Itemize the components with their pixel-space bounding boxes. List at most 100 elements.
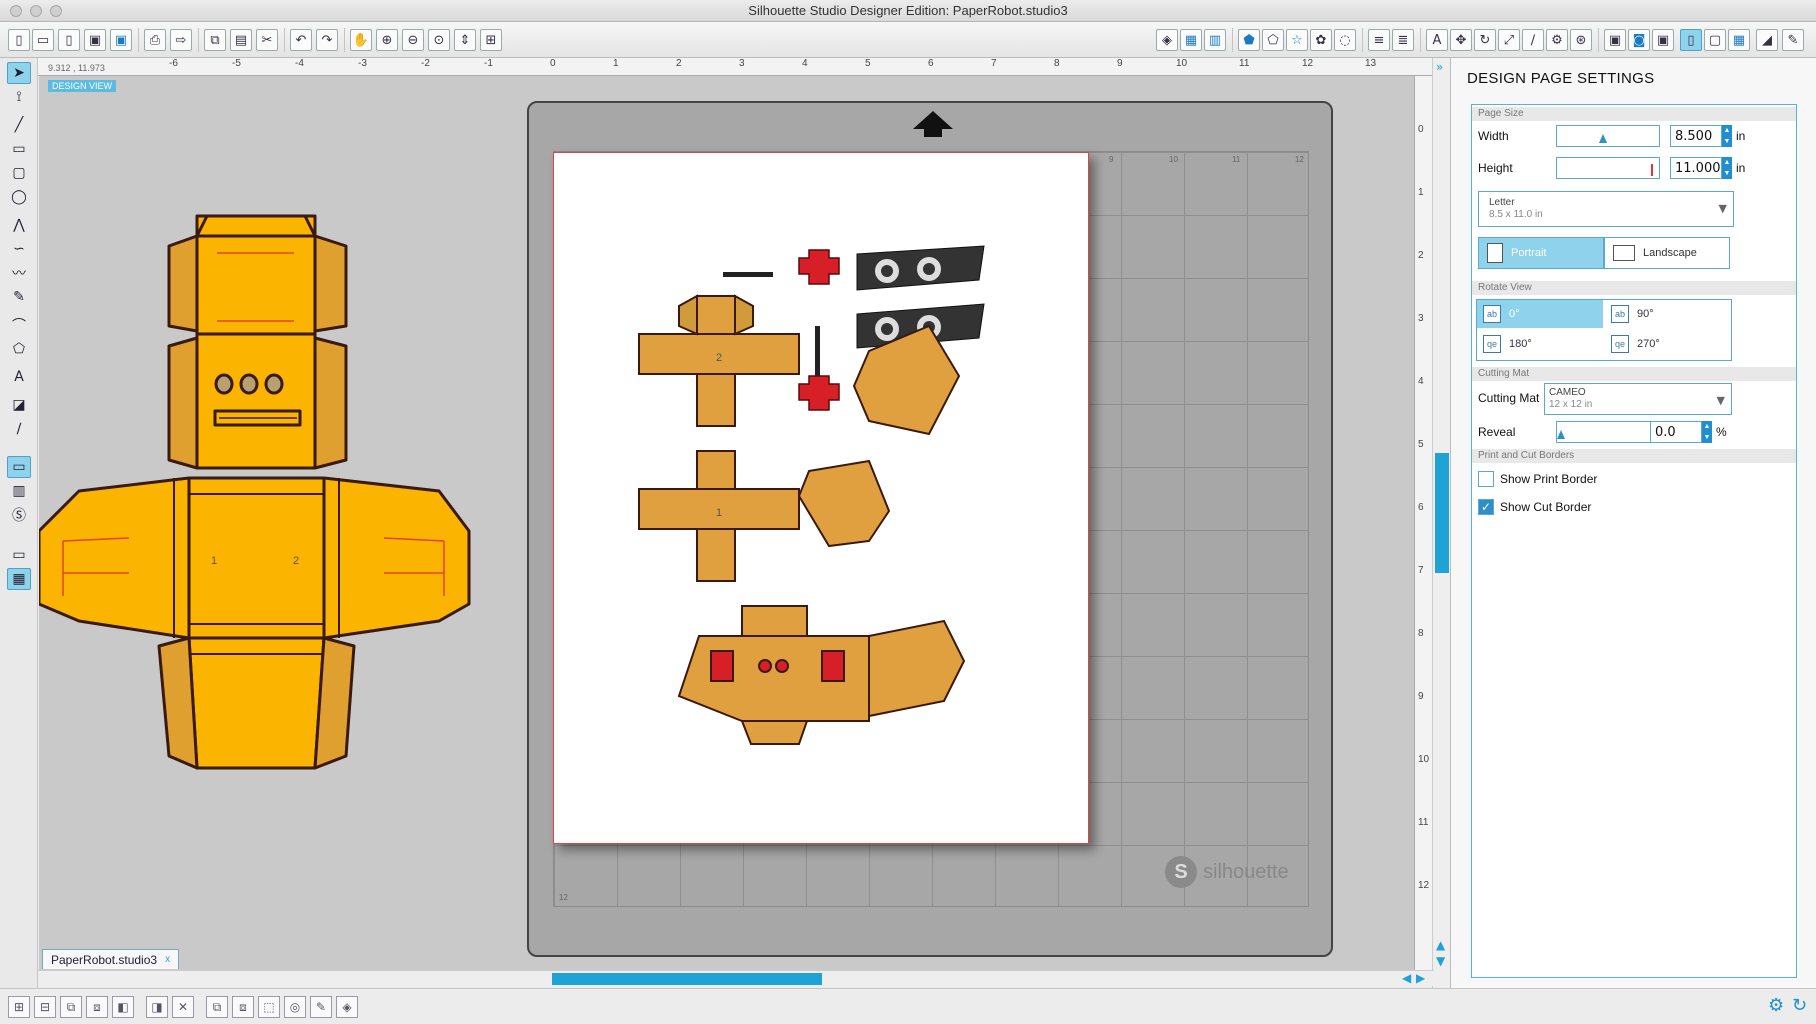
design-canvas[interactable]: 9 10 11 12 12 1 2 2 1 S silhouette bbox=[39, 76, 1414, 976]
undo-icon[interactable]: ↶ bbox=[290, 29, 312, 51]
cut-settings-icon[interactable]: ▣ bbox=[1652, 29, 1674, 51]
line-icon[interactable]: ╱ bbox=[7, 114, 31, 136]
shape-icon[interactable]: ⬟ bbox=[1238, 29, 1260, 51]
freehand-icon[interactable]: 〰 bbox=[7, 262, 31, 284]
send-icon[interactable]: ▦ bbox=[1728, 29, 1750, 51]
grid-icon[interactable]: ▢ bbox=[1704, 29, 1726, 51]
send-backward-icon[interactable]: ◨ bbox=[146, 996, 168, 1018]
rotate-icon[interactable]: ↻ bbox=[1474, 29, 1496, 51]
knife-tool-icon[interactable]: ∕ bbox=[7, 418, 31, 440]
release-compound-icon[interactable]: ⧈ bbox=[86, 996, 108, 1018]
trace-icon[interactable]: ◌ bbox=[1334, 29, 1356, 51]
gradient-icon[interactable]: ▥ bbox=[1204, 29, 1226, 51]
width-input[interactable]: 8.500 bbox=[1670, 125, 1722, 147]
target-icon[interactable]: ◎ bbox=[284, 996, 306, 1018]
zoom-select-icon[interactable]: ⊙ bbox=[428, 29, 450, 51]
store-icon[interactable]: ◙ bbox=[1628, 29, 1650, 51]
import-icon[interactable]: ◈ bbox=[336, 996, 358, 1018]
delete-icon[interactable]: ✕ bbox=[172, 996, 194, 1018]
ellipse-icon[interactable]: ◯ bbox=[7, 186, 31, 208]
scale-icon[interactable]: ⤢ bbox=[1498, 29, 1520, 51]
redo-icon[interactable]: ↷ bbox=[316, 29, 338, 51]
send-to-cutter-icon[interactable]: ⇨ bbox=[170, 29, 192, 51]
rotate-270-button[interactable]: qe 270° bbox=[1605, 330, 1731, 358]
fill-icon[interactable]: ◈ bbox=[1156, 29, 1178, 51]
curve-icon[interactable]: ∽ bbox=[7, 238, 31, 260]
point-edit-icon[interactable]: ⟟ bbox=[7, 86, 31, 108]
landscape-button[interactable]: Landscape bbox=[1604, 237, 1730, 269]
cut-icon[interactable]: ✂ bbox=[256, 29, 278, 51]
rectangle-icon[interactable]: ▭ bbox=[7, 138, 31, 160]
group-icon[interactable]: ⊞ bbox=[8, 996, 30, 1018]
document-tab[interactable]: PaperRobot.studio3 x bbox=[42, 949, 180, 969]
reveal-input[interactable]: 0.0 bbox=[1650, 421, 1702, 443]
collapse-panel-icon[interactable]: » bbox=[1436, 60, 1443, 74]
text-icon[interactable]: A bbox=[1426, 29, 1448, 51]
pattern-icon[interactable]: ⬠ bbox=[1262, 29, 1284, 51]
scroll-down-icon[interactable]: ▼ bbox=[1436, 954, 1445, 968]
rotate-180-button[interactable]: qe 180° bbox=[1477, 330, 1603, 358]
cutting-mat-dropdown[interactable]: CAMEO 12 x 12 in ▼ bbox=[1544, 383, 1732, 415]
duplicate-icon[interactable]: ⧉ bbox=[206, 996, 228, 1018]
sync-icon[interactable]: ↻ bbox=[1792, 995, 1807, 1016]
horizontal-scroll-thumb[interactable] bbox=[552, 973, 822, 985]
rotate-0-button[interactable]: ab 0° bbox=[1477, 300, 1603, 328]
arc-icon[interactable]: ⌒ bbox=[7, 314, 31, 336]
cut-view-icon[interactable]: ▭ bbox=[7, 544, 31, 566]
mirror-icon[interactable]: ⧈ bbox=[232, 996, 254, 1018]
height-input[interactable]: 11.000 bbox=[1670, 157, 1722, 179]
slider-thumb[interactable] bbox=[1599, 134, 1607, 143]
rounded-rectangle-icon[interactable]: ▢ bbox=[7, 162, 31, 184]
star-icon[interactable]: ☆ bbox=[1286, 29, 1308, 51]
polyline-icon[interactable]: ⋀ bbox=[7, 214, 31, 236]
library-view-icon[interactable]: ▥ bbox=[7, 480, 31, 502]
polygon-icon[interactable]: ⬠ bbox=[7, 338, 31, 360]
open-file-icon[interactable]: ▯ bbox=[58, 29, 80, 51]
slider-thumb[interactable] bbox=[1651, 164, 1653, 176]
zoom-out-icon[interactable]: ⊖ bbox=[402, 29, 424, 51]
modify-icon[interactable]: ⚙ bbox=[1546, 29, 1568, 51]
cut-icon-2[interactable]: ✎ bbox=[1782, 29, 1804, 51]
reveal-stepper[interactable]: ▲ ▼ bbox=[1702, 421, 1712, 443]
line-color-icon[interactable]: ▦ bbox=[1180, 29, 1202, 51]
pan-icon[interactable]: ✋ bbox=[350, 29, 372, 51]
width-stepper[interactable]: ▲ ▼ bbox=[1722, 125, 1732, 147]
width-slider[interactable] bbox=[1556, 125, 1660, 147]
knife-icon[interactable]: ∕ bbox=[1522, 29, 1544, 51]
silhouette-store-icon[interactable]: Ⓢ bbox=[7, 504, 31, 526]
transform-icon[interactable]: ✥ bbox=[1450, 29, 1472, 51]
fit-to-page-icon[interactable]: ⊞ bbox=[480, 29, 502, 51]
compound-path-icon[interactable]: ⧉ bbox=[60, 996, 82, 1018]
open-folder-icon[interactable]: ▭ bbox=[32, 29, 54, 51]
reveal-slider[interactable] bbox=[1556, 421, 1660, 443]
smooth-freehand-icon[interactable]: ✎ bbox=[7, 286, 31, 308]
weld-icon[interactable]: ⊛ bbox=[1570, 29, 1592, 51]
rotate-90-button[interactable]: ab 90° bbox=[1605, 300, 1731, 328]
print-icon[interactable]: ⎙ bbox=[144, 29, 166, 51]
vertical-scroll-thumb[interactable] bbox=[1435, 453, 1449, 573]
replicate-icon[interactable]: ≣ bbox=[1392, 29, 1414, 51]
slider-thumb[interactable] bbox=[1557, 430, 1565, 439]
align-icon[interactable]: ≡ bbox=[1368, 29, 1390, 51]
copy-icon[interactable]: ⧉ bbox=[204, 29, 226, 51]
save-to-library-icon[interactable]: ▣ bbox=[110, 29, 132, 51]
scroll-right-icon[interactable]: ▶ bbox=[1416, 971, 1425, 985]
close-tab-icon[interactable]: x bbox=[165, 954, 170, 965]
portrait-button[interactable]: Portrait bbox=[1478, 237, 1604, 269]
library-icon[interactable]: ▣ bbox=[1604, 29, 1626, 51]
edit-points-icon[interactable]: ✎ bbox=[310, 996, 332, 1018]
eraser-tool-icon[interactable]: ◢ bbox=[1756, 29, 1778, 51]
horizontal-scrollbar[interactable]: ◀ ▶ bbox=[38, 970, 1434, 986]
show-cut-border-checkbox[interactable]: ✓ bbox=[1478, 499, 1494, 515]
zoom-in-icon[interactable]: ⊕ bbox=[376, 29, 398, 51]
design-view-icon[interactable]: ▭ bbox=[7, 456, 31, 478]
page-size-dropdown[interactable]: Letter 8.5 x 11.0 in ▼ bbox=[1478, 191, 1734, 227]
scroll-left-icon[interactable]: ◀ bbox=[1402, 971, 1411, 985]
split-view-icon[interactable]: ▦ bbox=[7, 568, 31, 590]
save-icon[interactable]: ▣ bbox=[84, 29, 106, 51]
offset-icon[interactable]: ✿ bbox=[1310, 29, 1332, 51]
page-settings-icon[interactable]: ▯ bbox=[1680, 29, 1702, 51]
scroll-up-icon[interactable]: ▲ bbox=[1436, 938, 1445, 952]
ungroup-icon[interactable]: ⊟ bbox=[34, 996, 56, 1018]
show-print-border-checkbox[interactable] bbox=[1478, 471, 1494, 487]
